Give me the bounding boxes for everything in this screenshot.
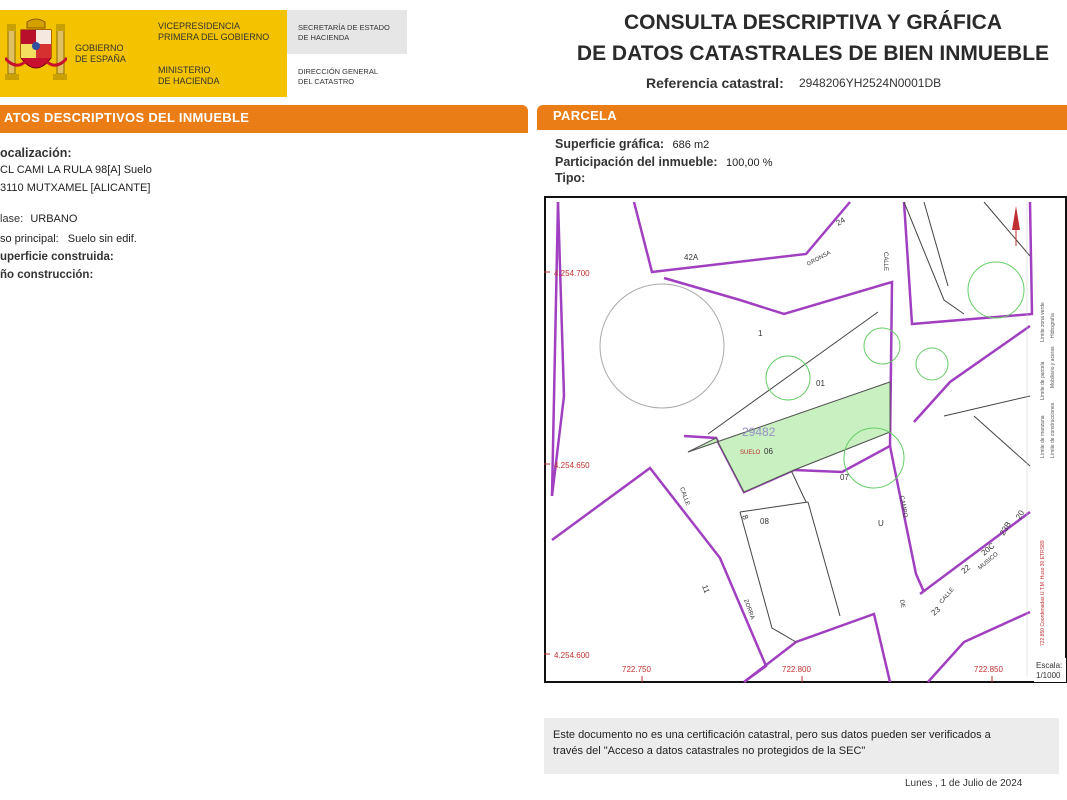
construction-year-label: ño construcción: [0,269,94,281]
street-u: U [878,519,884,528]
participation-label: Participación del inmueble: [555,155,718,169]
document-title-line2: DE DATOS CATASTRALES DE BIEN INMUEBLE [576,42,1050,65]
map-projection-note: 722.850 Coordenadas U.T.M. Huso 30 ETRS8… [1040,540,1046,646]
vp-line1: VICEPRESIDENCIA [158,21,241,31]
descriptive-data-underline [0,129,528,133]
class-value: URBANO [30,213,78,225]
ministry-line1: MINISTERIO [158,65,211,75]
coord-x-left: 722.750 [622,665,651,674]
direccion-line1: DIRECCIÓN GENERAL [298,67,379,76]
cadastral-map: 4.254.700 4.254.650 4.254.600 722.750 72… [544,196,1067,683]
disclaimer-line1: Este documento no es una certificación c… [553,729,991,741]
scale-label: Escala: [1036,661,1062,670]
descriptive-data-title: ATOS DESCRIPTIVOS DEL INMUEBLE [4,109,250,125]
parcel-underline [537,126,1067,130]
legend-mobiliario: Mobiliario y aceras [1050,346,1056,388]
ministry-line2: DE HACIENDA [158,76,220,86]
coord-y-mid: 4.254.650 [554,461,590,470]
suelo-tag: SUELO [740,450,761,456]
direccion-line2: DEL CATASTRO [298,77,355,86]
document-title-line1: CONSULTA DESCRIPTIVA Y GRÁFICA [623,11,1003,34]
house-number-42a: 42A [684,253,699,262]
coord-x-mid: 722.800 [782,665,811,674]
disclaimer-line2: través del "Acceso a datos catastrales n… [553,745,866,757]
lot-01: 01 [816,379,825,388]
coord-y-bot: 4.254.600 [554,651,590,660]
cadastral-reference-value: 2948206YH2524N0001DB [799,76,942,90]
main-use-label: so principal: [0,233,59,245]
address-line2: 3110 MUTXAMEL [ALICANTE] [0,182,151,194]
graphic-surface-value: 686 m2 [672,139,710,151]
legend-manzana: Límite de manzana [1040,415,1046,458]
house-number-1: 1 [758,329,763,338]
secretaria-line2: DE HACIENDA [298,33,350,42]
legend-zona-verde: Límite zona verde [1040,302,1046,342]
lot-06: 06 [764,447,773,456]
legend-construcciones: Límite de construcciones [1050,402,1056,458]
street-calle-1: CALLE [882,252,888,271]
location-label: ocalización: [0,146,72,160]
participation-value: 100,00 % [726,157,773,169]
parcel-title: PARCELA [553,108,617,123]
type-label: Tipo: [555,171,586,185]
vp-line2: PRIMERA DEL GOBIERNO [158,32,270,42]
cadastral-reference-label: Referencia catastral: [646,75,784,91]
coord-y-top: 4.254.700 [554,269,590,278]
coat-of-arms-icon [5,18,67,80]
legend-hidrografia: Hidrografía [1050,313,1056,338]
main-use-value: Suelo sin edif. [67,233,137,245]
gov-name-line1: GOBIERNO [75,43,124,53]
class-label: lase: [0,213,24,225]
parcel-header: PARCELA [537,105,1067,126]
coord-x-right: 722.850 [974,665,1003,674]
secretaria-line1: SECRETARÍA DE ESTADO [298,23,390,32]
gov-name-line2: DE ESPAÑA [75,54,126,64]
lot-07: 07 [840,473,849,482]
built-surface-label: uperficie construida: [0,251,114,263]
scale-value: 1/1000 [1036,671,1061,680]
document-date: Lunes , 1 de Julio de 2024 [905,778,1023,789]
lot-08: 08 [760,517,769,526]
descriptive-data-header: ATOS DESCRIPTIVOS DEL INMUEBLE [0,105,528,129]
graphic-surface-label: Superficie gráfica: [555,137,665,151]
legend-parcela: Límite de parcela [1040,361,1046,400]
parcel-ref-label: 29482 [742,425,776,439]
address-line1: CL CAMI LA RULA 98[A] Suelo [0,164,152,176]
